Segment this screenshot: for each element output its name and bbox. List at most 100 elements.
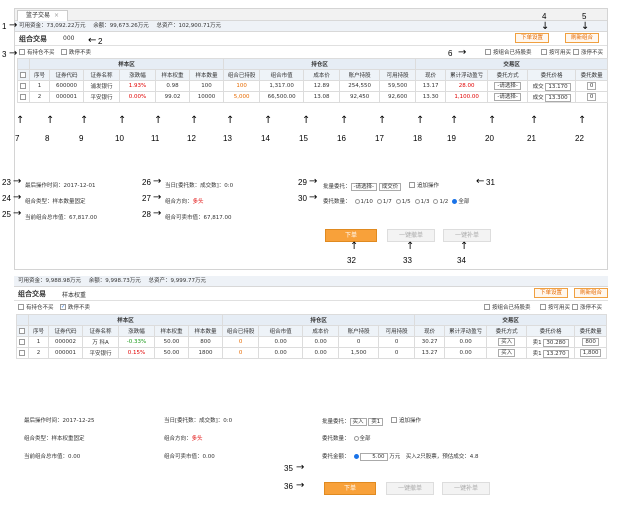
qty-input[interactable]: 1,800: [574, 347, 608, 359]
cell-mv: 0.00: [258, 336, 304, 348]
table-row[interactable]: 2 000001 平安银行 0.00% 99.02 10000 5,000 66…: [17, 91, 609, 103]
checkbox-label: 有持仓不买: [26, 305, 54, 311]
row-checkbox[interactable]: [17, 80, 30, 92]
method-value: -请选择-: [494, 82, 521, 90]
arrow-up-icon: ↑: [578, 115, 587, 126]
radio-icon[interactable]: [376, 199, 382, 204]
radio-icon[interactable]: [353, 454, 359, 459]
col-header: 证券名称: [83, 69, 120, 81]
price-type: 成交: [532, 94, 544, 101]
header-select-all[interactable]: [16, 314, 29, 326]
radio-label: 1/5: [401, 199, 411, 205]
qty-input[interactable]: 800: [574, 336, 608, 348]
portfolio-mv: 当前组合总市值：0.00: [24, 452, 80, 460]
radio-icon[interactable]: [433, 199, 439, 204]
held-no-buy-checkbox[interactable]: 有持仓不买: [19, 48, 55, 56]
order-settings-button[interactable]: 下单设置: [515, 33, 550, 43]
cell-qty: 100: [188, 80, 225, 92]
qty-input[interactable]: 0: [575, 91, 609, 103]
portfolio-name[interactable]: 000: [63, 35, 74, 42]
price-input[interactable]: 卖1 30.280: [526, 336, 576, 348]
arrow-right-icon: →: [458, 47, 467, 58]
callout-number: 28: [142, 210, 151, 219]
qty-input[interactable]: 0: [575, 80, 609, 92]
limit-up-no-buy-checkbox[interactable]: 涨停不买: [572, 303, 602, 311]
refresh-portfolio-button[interactable]: 刷新组合: [565, 33, 600, 43]
buy-by-available-checkbox[interactable]: 按可用买: [540, 303, 570, 311]
table-row[interactable]: 1 000002 万 科A -0.33% 50.00 800 0 0.00 0.…: [16, 336, 608, 348]
table-row[interactable]: 2 000001 平安银行 0.15% 50.00 1800 0 0.00 0.…: [16, 347, 608, 359]
header-checkbox[interactable]: [16, 325, 29, 337]
row-checkbox[interactable]: [16, 336, 29, 348]
price-input[interactable]: 成交 13.170: [527, 80, 577, 92]
checkbox-icon: [18, 304, 24, 310]
cell-pnl: 0.00: [444, 336, 488, 348]
radio-icon[interactable]: [354, 199, 360, 204]
cell-change: 0.15%: [118, 347, 155, 359]
method-select[interactable]: 买入: [486, 336, 528, 348]
batch-select[interactable]: -请选择-: [350, 183, 377, 191]
cell-change: 0.00%: [119, 91, 156, 103]
cell-weight: 0.98: [155, 80, 190, 92]
method-select[interactable]: -请选择-: [487, 91, 529, 103]
method-select[interactable]: -请选择-: [487, 80, 529, 92]
method-select[interactable]: 买入: [486, 347, 528, 359]
order-settings-button[interactable]: 下单设置: [534, 288, 569, 298]
checkbox-label: 有持仓不买: [27, 50, 55, 56]
table-row[interactable]: 1 600000 浦发银行 1.93% 0.98 100 100 1,317.0…: [17, 80, 609, 92]
checkbox-icon: [18, 339, 25, 345]
portfolio-table: 样本区 持仓区 交易区 序号 证券代码 证券名称 涨跌幅 样本权重 样本数量 组…: [17, 58, 609, 103]
limit-down-no-sell-checkbox[interactable]: ✓ 跌停不卖: [60, 303, 90, 311]
radio-icon[interactable]: [395, 199, 401, 204]
cell-cost: 0.00: [302, 347, 340, 359]
callout-number: 1: [2, 22, 7, 31]
radio-icon[interactable]: [353, 436, 359, 441]
radio-icon[interactable]: [414, 199, 420, 204]
checkbox-icon: [61, 49, 67, 55]
append-checkbox[interactable]: 追加操作: [409, 181, 439, 189]
label: 组合可卖市值：: [165, 215, 204, 221]
arrow-up-icon: ↑: [264, 115, 273, 126]
price-input[interactable]: 成交 13.300: [527, 91, 577, 103]
header-checkbox[interactable]: [17, 69, 30, 81]
amount-input[interactable]: 5.00: [359, 453, 388, 461]
batch-select[interactable]: 买入: [349, 418, 367, 426]
row-checkbox[interactable]: [16, 347, 29, 359]
held-no-buy-checkbox[interactable]: 有持仓不买: [18, 303, 54, 311]
cancel-all-button[interactable]: 一键撤单: [386, 482, 434, 495]
arrow-right-icon: →: [296, 480, 305, 491]
group-position: 持仓区: [222, 314, 416, 326]
sell-by-portfolio-checkbox[interactable]: 按组合已持股卖: [485, 48, 532, 56]
sell-by-portfolio-checkbox[interactable]: 按组合已持股卖: [484, 303, 531, 311]
place-order-button[interactable]: 下单: [324, 482, 376, 495]
arrow-down-icon: ↓: [541, 21, 550, 32]
price-input[interactable]: 卖1 13.270: [526, 347, 576, 359]
checkbox-label: 追加操作: [417, 183, 440, 189]
fill-all-button[interactable]: 一键补单: [442, 482, 490, 495]
close-icon[interactable]: ×: [54, 12, 59, 19]
price-value: 30.280: [543, 338, 569, 347]
label: 组合类型：: [24, 436, 52, 442]
limit-down-no-sell-checkbox[interactable]: 跌停不卖: [61, 48, 91, 56]
cell-name: 平安银行: [82, 347, 119, 359]
batch-price-type[interactable]: 卖1: [368, 418, 384, 426]
radio-icon[interactable]: [452, 199, 458, 204]
callout-number: 19: [447, 134, 456, 143]
tab-basket-trade[interactable]: 篮子交易 ×: [17, 10, 69, 21]
checkbox-icon: [18, 328, 25, 334]
buy-by-available-checkbox[interactable]: 按可用买: [541, 48, 571, 56]
batch-price-type[interactable]: 成交价: [378, 183, 402, 191]
col-header: 组合已持股: [223, 69, 261, 81]
order-qty-ratio: 委托数量： 全部: [322, 434, 371, 442]
tab-bar: 篮子交易 ×: [15, 9, 607, 21]
callout-number: 30: [298, 194, 307, 203]
method-value: 买入: [498, 338, 516, 346]
row-checkbox[interactable]: [17, 91, 30, 103]
header-select-all[interactable]: [17, 58, 30, 70]
append-checkbox[interactable]: 追加操作: [391, 416, 421, 424]
portfolio-name[interactable]: 样本权重: [62, 290, 86, 299]
callout-number: 3: [2, 50, 7, 59]
limit-up-no-buy-checkbox[interactable]: 涨停不买: [573, 48, 603, 56]
refresh-portfolio-button[interactable]: 刷新组合: [574, 288, 608, 298]
page-title: 组合交易: [19, 35, 47, 43]
